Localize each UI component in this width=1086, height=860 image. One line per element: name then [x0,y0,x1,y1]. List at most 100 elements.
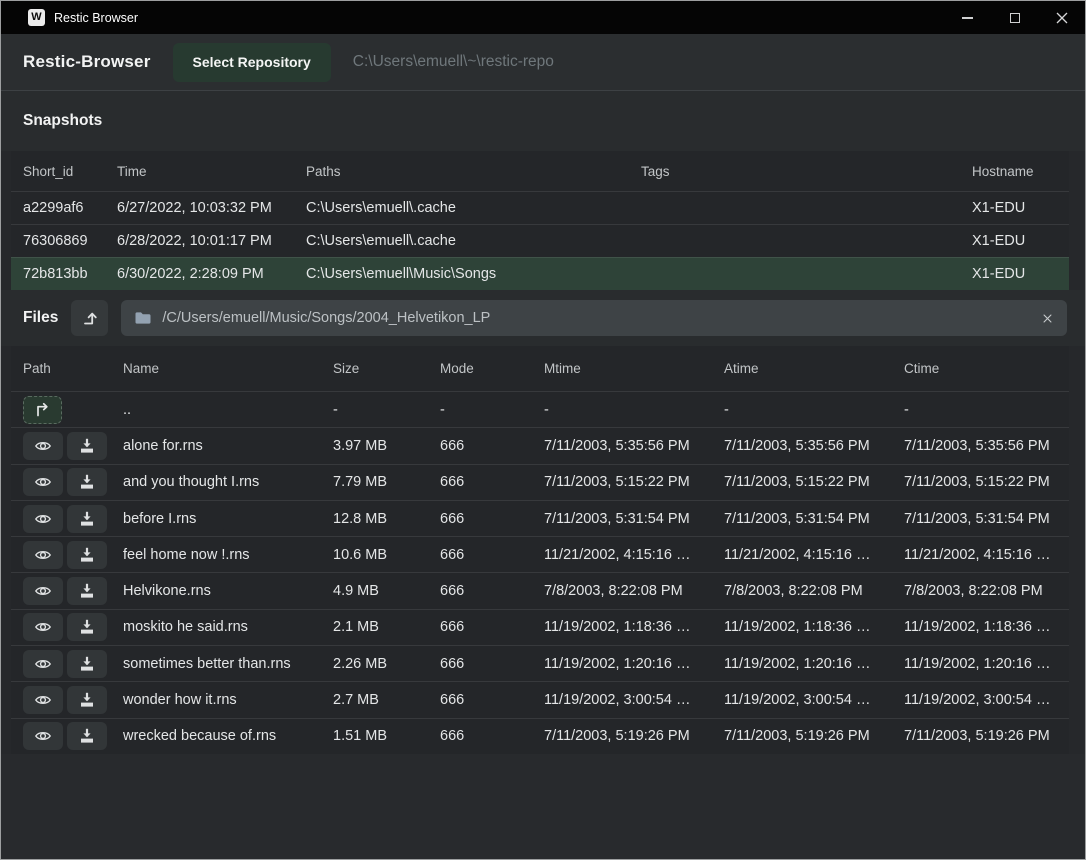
file-mtime: 7/11/2003, 5:15:22 PM [544,474,724,490]
column-header-paths: Paths [306,164,641,179]
download-file-button[interactable] [67,686,107,714]
file-atime: 11/19/2002, 1:20:16 … [724,656,904,672]
file-size: 7.79 MB [333,474,440,490]
download-icon [78,655,96,673]
download-file-button[interactable] [67,722,107,750]
file-mtime: 7/11/2003, 5:31:54 PM [544,511,724,527]
preview-file-button[interactable] [23,432,63,460]
snapshot-hostname: X1-EDU [972,266,1069,282]
file-mtime: - [544,402,724,418]
snapshot-short-id: 72b813bb [23,266,117,282]
file-size: 4.9 MB [333,583,440,599]
file-atime: 7/11/2003, 5:35:56 PM [724,438,904,454]
download-file-button[interactable] [67,650,107,678]
file-row: wonder how it.rns 2.7 MB 666 11/19/2002,… [11,681,1069,717]
preview-file-button[interactable] [23,613,63,641]
file-mtime: 7/8/2003, 8:22:08 PM [544,583,724,599]
file-row: feel home now !.rns 10.6 MB 666 11/21/20… [11,536,1069,572]
file-mode: 666 [440,547,544,563]
column-header-name: Name [123,361,333,376]
close-icon [1056,12,1068,24]
files-table: Path Name Size Mode Mtime Atime Ctime ..… [11,346,1069,754]
preview-file-button[interactable] [23,577,63,605]
download-file-button[interactable] [67,541,107,569]
file-size: 3.97 MB [333,438,440,454]
snapshot-row-selected[interactable]: 72b813bb 6/30/2022, 2:28:09 PM C:\Users\… [11,257,1069,290]
file-mode: 666 [440,728,544,744]
app-header: Restic-Browser Select Repository C:\User… [1,34,1085,91]
preview-file-button[interactable] [23,650,63,678]
file-name: .. [123,402,333,418]
files-table-header: Path Name Size Mode Mtime Atime Ctime [11,346,1069,391]
eye-icon [34,691,52,709]
file-name: wonder how it.rns [123,692,333,708]
snapshot-hostname: X1-EDU [972,200,1069,216]
eye-icon [34,655,52,673]
file-row: alone for.rns 3.97 MB 666 7/11/2003, 5:3… [11,427,1069,463]
file-mtime: 7/11/2003, 5:35:56 PM [544,438,724,454]
file-name: before I.rns [123,511,333,527]
preview-file-button[interactable] [23,505,63,533]
file-row: and you thought I.rns 7.79 MB 666 7/11/2… [11,464,1069,500]
file-name: Helvikone.rns [123,583,333,599]
file-mode: 666 [440,438,544,454]
select-repository-button[interactable]: Select Repository [173,43,331,82]
download-file-button[interactable] [67,613,107,641]
eye-icon [34,727,52,745]
file-size: 2.26 MB [333,656,440,672]
file-ctime: 11/21/2002, 4:15:16 … [904,547,1069,563]
folder-icon [134,310,152,326]
file-mode: 666 [440,692,544,708]
snapshot-time: 6/28/2022, 10:01:17 PM [117,233,306,249]
file-atime: 11/19/2002, 1:18:36 … [724,619,904,635]
snapshot-row[interactable]: a2299af6 6/27/2022, 10:03:32 PM C:\Users… [11,191,1069,224]
app-window: W Restic Browser Restic-Browser Select R… [0,0,1086,860]
file-mode: - [440,402,544,418]
download-file-button[interactable] [67,432,107,460]
minimize-button[interactable] [944,1,991,34]
file-ctime: 7/8/2003, 8:22:08 PM [904,583,1069,599]
maximize-button[interactable] [991,1,1038,34]
download-icon [78,546,96,564]
files-toolbar: Files /C/Users/emuell/Music/Songs/2004_H… [1,290,1085,346]
parent-directory-button[interactable] [71,300,108,336]
snapshot-short-id: a2299af6 [23,200,117,216]
download-file-button[interactable] [67,468,107,496]
files-title: Files [23,309,58,327]
arrow-up-right-icon [33,402,52,417]
snapshots-title: Snapshots [23,112,102,130]
preview-file-button[interactable] [23,686,63,714]
file-name: wrecked because of.rns [123,728,333,744]
download-icon [78,437,96,455]
repository-path: C:\Users\emuell\~\restic-repo [353,53,554,71]
eye-icon [34,618,52,636]
snapshot-paths: C:\Users\emuell\.cache [306,233,641,249]
column-header-size: Size [333,361,440,376]
current-path-text: /C/Users/emuell/Music/Songs/2004_Helveti… [162,310,1031,326]
clear-path-icon[interactable] [1041,312,1054,325]
column-header-tags: Tags [641,164,972,179]
eye-icon [34,510,52,528]
snapshot-row[interactable]: 76306869 6/28/2022, 10:01:17 PM C:\Users… [11,224,1069,257]
file-row: sometimes better than.rns 2.26 MB 666 11… [11,645,1069,681]
preview-file-button[interactable] [23,541,63,569]
eye-icon [34,473,52,491]
download-file-button[interactable] [67,577,107,605]
download-icon [78,473,96,491]
download-icon [78,691,96,709]
file-mtime: 11/21/2002, 4:15:16 … [544,547,724,563]
file-size: 12.8 MB [333,511,440,527]
window-controls [944,1,1085,34]
preview-file-button[interactable] [23,722,63,750]
current-path-bar[interactable]: /C/Users/emuell/Music/Songs/2004_Helveti… [121,300,1067,336]
titlebar: W Restic Browser [1,1,1085,34]
page-title: Restic-Browser [23,52,151,72]
close-button[interactable] [1038,1,1085,34]
file-name: alone for.rns [123,438,333,454]
file-ctime: - [904,402,1069,418]
download-file-button[interactable] [67,505,107,533]
enter-parent-directory-button[interactable] [23,396,62,424]
snapshot-short-id: 76306869 [23,233,117,249]
file-mode: 666 [440,656,544,672]
preview-file-button[interactable] [23,468,63,496]
